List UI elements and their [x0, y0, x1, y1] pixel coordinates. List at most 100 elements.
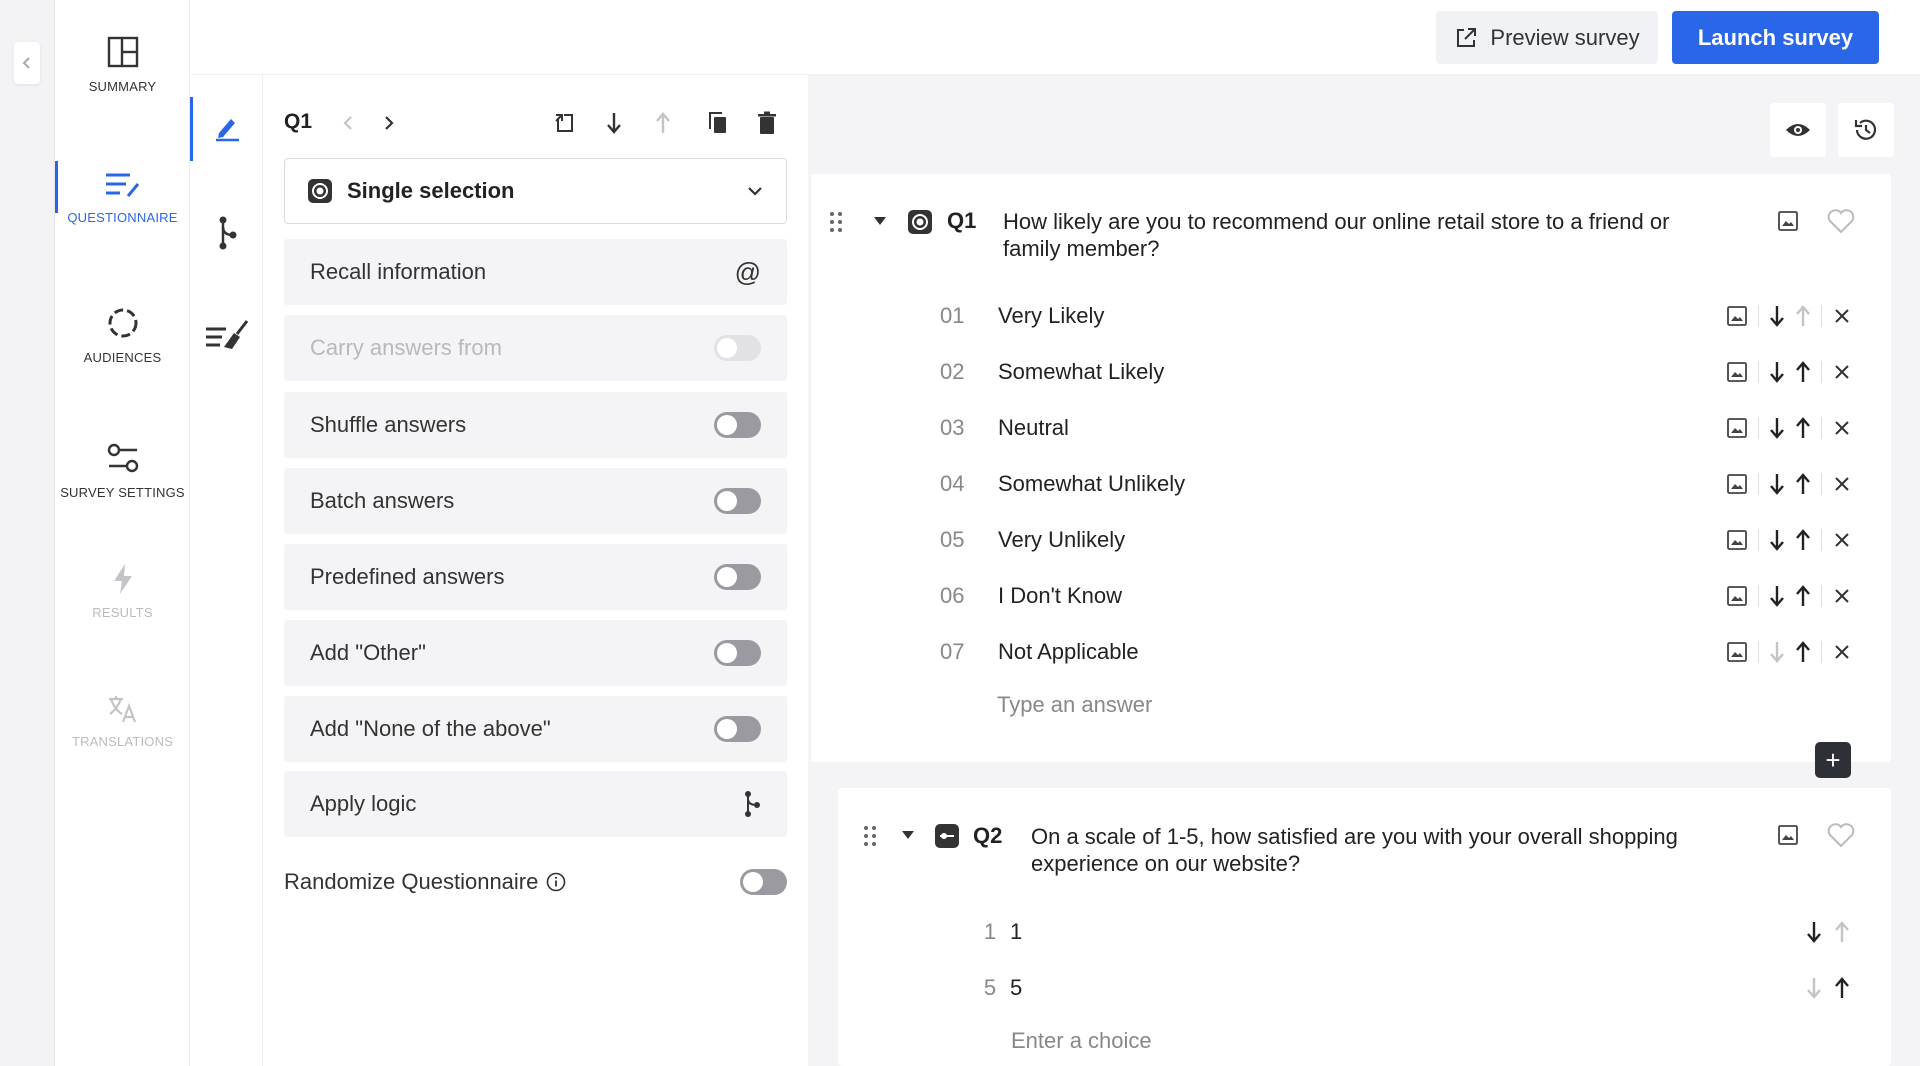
close-icon[interactable] [1832, 530, 1852, 550]
nav-item-audiences[interactable]: AUDIENCES [55, 306, 190, 365]
prev-question-button[interactable] [334, 109, 362, 137]
add-image-icon[interactable] [1726, 305, 1748, 327]
add-question-button[interactable]: + [1815, 742, 1851, 778]
nav-item-survey-settings[interactable]: SURVEY SETTINGS [55, 441, 190, 500]
arrow-up-icon[interactable] [1795, 472, 1811, 496]
question-type-select[interactable]: Single selection [284, 158, 787, 224]
arrow-up-icon [656, 112, 670, 133]
close-icon[interactable] [1832, 306, 1852, 326]
collapse-q2-caret-icon[interactable] [900, 828, 916, 846]
arrow-down-icon[interactable] [1769, 584, 1785, 608]
arrow-down-icon[interactable] [1769, 416, 1785, 440]
move-to-icon [555, 114, 573, 132]
randomize-questionnaire-toggle[interactable] [740, 869, 787, 895]
at-icon[interactable]: @ [735, 257, 761, 288]
add-image-icon[interactable] [1726, 585, 1748, 607]
arrow-up-icon[interactable] [1795, 528, 1811, 552]
answer-text[interactable]: Neutral [998, 415, 1726, 441]
nav-label-results: RESULTS [92, 605, 153, 620]
answer-text[interactable]: Somewhat Likely [998, 359, 1726, 385]
arrow-down-icon[interactable] [1769, 472, 1785, 496]
predefined-answers-toggle[interactable] [714, 564, 761, 590]
nav-item-results[interactable]: RESULTS [55, 563, 190, 620]
arrow-up-icon[interactable] [1834, 976, 1850, 1000]
add-image-icon[interactable] [1726, 473, 1748, 495]
close-icon[interactable] [1832, 362, 1852, 382]
add-image-icon[interactable] [1726, 417, 1748, 439]
answer-text[interactable]: Very Unlikely [998, 527, 1726, 553]
q2-choice-num: 1 [983, 919, 997, 944]
preview-survey-button[interactable]: Preview survey [1436, 11, 1658, 64]
arrow-down-icon[interactable] [1769, 360, 1785, 384]
add-none-toggle[interactable] [714, 716, 761, 742]
delete-question-button[interactable] [753, 109, 781, 137]
audience-circle-icon [108, 308, 137, 338]
arrow-down-icon[interactable] [1769, 528, 1785, 552]
q2-choice-text[interactable]: 5 [1010, 975, 1806, 1001]
edit-tool-button[interactable] [191, 103, 263, 153]
translate-icon [108, 696, 136, 723]
batch-answers-toggle[interactable] [714, 488, 761, 514]
arrow-up-icon[interactable] [1795, 416, 1811, 440]
favorite-heart-icon[interactable] [1827, 208, 1855, 239]
close-icon[interactable] [1832, 586, 1852, 606]
add-image-icon[interactable] [1726, 361, 1748, 383]
q1-text-line: family member? [1003, 236, 1160, 261]
arrow-down-icon[interactable] [1806, 920, 1822, 944]
drag-handle-icon[interactable] [828, 210, 844, 239]
collapse-q1-caret-icon[interactable] [872, 214, 888, 232]
arrow-up-icon[interactable] [1795, 584, 1811, 608]
divider [1758, 641, 1759, 663]
nav-item-summary[interactable]: SUMMARY [55, 35, 190, 94]
style-tool-button[interactable] [191, 310, 263, 360]
q1-text[interactable]: How likely are you to recommend our onli… [1003, 208, 1763, 262]
move-question-button[interactable] [551, 109, 579, 137]
logic-icon[interactable] [743, 790, 761, 818]
q2-choice-input[interactable]: Enter a choice [1011, 1028, 1152, 1054]
close-icon[interactable] [1832, 642, 1852, 662]
divider [1821, 529, 1822, 551]
duplicate-question-button[interactable] [704, 109, 732, 137]
favorite-heart-icon[interactable] [1827, 822, 1855, 853]
add-image-icon[interactable] [1777, 824, 1799, 851]
answer-text[interactable]: Very Likely [998, 303, 1726, 329]
arrow-up-icon[interactable] [1795, 640, 1811, 664]
shuffle-answers-toggle[interactable] [714, 412, 761, 438]
option-recall-information[interactable]: Recall information @ [284, 239, 787, 305]
randomize-questionnaire-row: Randomize Questionnaire [284, 862, 787, 902]
arrow-down-icon[interactable] [1769, 304, 1785, 328]
q2-text-line: On a scale of 1-5, how satisfied are you… [1031, 824, 1678, 849]
q2-choice-text[interactable]: 1 [1010, 919, 1806, 945]
q2-text-line: experience on our website? [1031, 851, 1301, 876]
option-apply-logic[interactable]: Apply logic [284, 771, 787, 837]
collapse-sidebar-button[interactable] [14, 42, 40, 84]
answer-text[interactable]: I Don't Know [998, 583, 1726, 609]
add-image-icon[interactable] [1726, 529, 1748, 551]
nav-item-questionnaire[interactable]: QUESTIONNAIRE [55, 170, 190, 225]
move-down-button[interactable] [600, 109, 628, 137]
divider [1821, 305, 1822, 327]
arrow-down-icon[interactable] [1806, 976, 1822, 1000]
q2-text[interactable]: On a scale of 1-5, how satisfied are you… [1031, 823, 1771, 877]
arrow-down-icon[interactable] [1769, 640, 1785, 664]
launch-survey-button[interactable]: Launch survey [1672, 11, 1879, 64]
answer-text[interactable]: Not Applicable [998, 639, 1726, 665]
nav-item-translations[interactable]: TRANSLATIONS [55, 694, 190, 749]
move-up-button[interactable] [649, 109, 677, 137]
arrow-up-icon[interactable] [1834, 920, 1850, 944]
add-other-toggle[interactable] [714, 640, 761, 666]
next-question-button[interactable] [375, 109, 403, 137]
answer-text[interactable]: Somewhat Unlikely [998, 471, 1726, 497]
arrow-up-icon[interactable] [1795, 304, 1811, 328]
arrow-up-icon[interactable] [1795, 360, 1811, 384]
q1-answer-input[interactable]: Type an answer [997, 692, 1152, 718]
preview-eye-button[interactable] [1770, 103, 1826, 157]
drag-handle-icon[interactable] [862, 824, 878, 853]
history-button[interactable] [1838, 103, 1894, 157]
info-icon[interactable] [546, 872, 566, 892]
logic-tool-button[interactable] [191, 208, 263, 258]
add-image-icon[interactable] [1777, 210, 1799, 237]
close-icon[interactable] [1832, 474, 1852, 494]
close-icon[interactable] [1832, 418, 1852, 438]
add-image-icon[interactable] [1726, 641, 1748, 663]
